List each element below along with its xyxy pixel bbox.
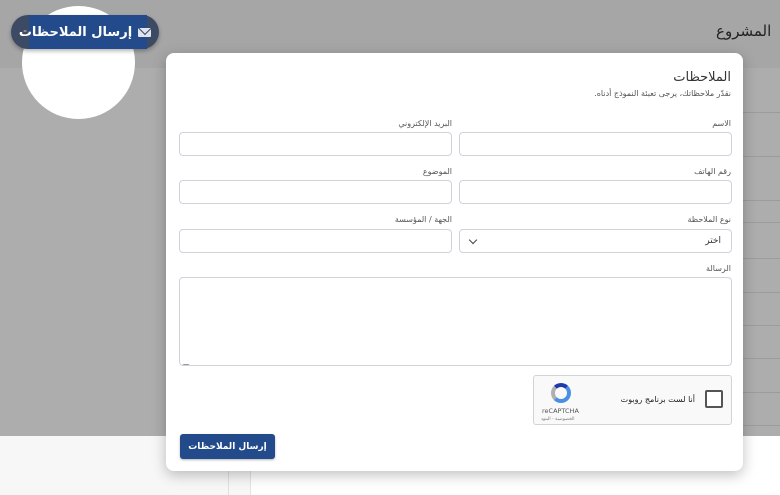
phone-label: رقم الهاتف [694, 167, 731, 176]
recaptcha-widget: أنا لست برنامج روبوت reCAPTCHA الخصوصية … [533, 375, 732, 425]
modal-title: الملاحظات [673, 70, 731, 85]
recaptcha-terms-link[interactable]: الخصوصية - البنود [541, 417, 575, 422]
recaptcha-brand: reCAPTCHA [542, 407, 579, 415]
chevron-down-icon [468, 235, 478, 244]
recaptcha-logo-area: reCAPTCHA الخصوصية - البنود [534, 380, 592, 424]
subject-field[interactable] [179, 180, 452, 204]
organization-field[interactable] [179, 229, 452, 253]
feedback-type-select[interactable]: اختر [459, 229, 732, 253]
mail-icon [138, 27, 152, 37]
modal-subtitle: نقدّر ملاحظاتك، يرجى تعبئة النموذج أدناه… [594, 89, 731, 98]
feedback-modal: الملاحظات نقدّر ملاحظاتك، يرجى تعبئة الن… [166, 53, 743, 471]
name-label: الاسم [712, 119, 731, 128]
organization-label: الجهة / المؤسسة [394, 215, 452, 224]
feedback-type-label: نوع الملاحظة [687, 215, 731, 224]
recaptcha-label: أنا لست برنامج روبوت [620, 395, 695, 404]
recaptcha-logo-icon [551, 383, 571, 403]
subject-label: الموضوع [422, 167, 452, 176]
message-label: الرسالة [706, 264, 731, 273]
message-textarea[interactable] [179, 277, 732, 366]
phone-field[interactable] [459, 180, 732, 204]
feedback-type-selected: اختر [705, 236, 721, 246]
floating-feedback-button[interactable]: إرسال الملاحظات [11, 15, 159, 49]
floating-feedback-label: إرسال الملاحظات [18, 24, 133, 40]
recaptcha-checkbox[interactable] [705, 390, 723, 408]
name-field[interactable] [459, 132, 732, 156]
email-field[interactable] [179, 132, 452, 156]
submit-feedback-button[interactable]: إرسال الملاحظات [180, 434, 275, 459]
email-label: البريد الإلكتروني [398, 119, 452, 128]
